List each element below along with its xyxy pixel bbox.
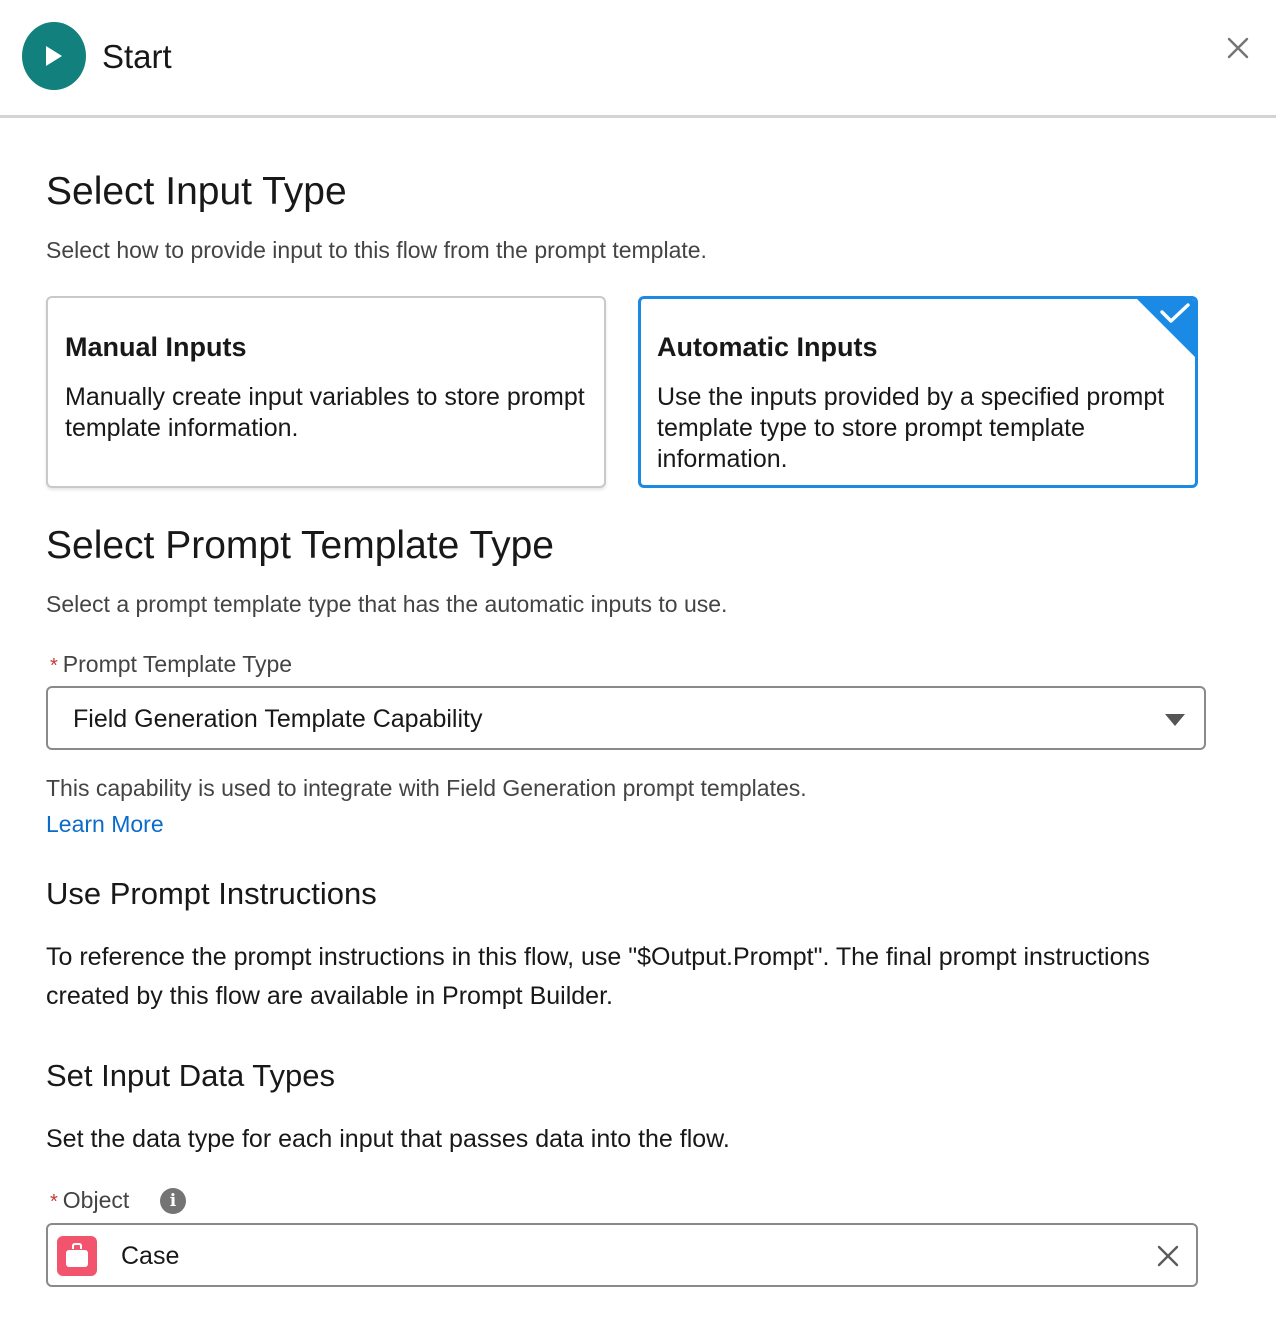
- set-input-data-types-heading: Set Input Data Types: [46, 1058, 335, 1093]
- prompt-template-type-label: * Prompt Template Type: [50, 651, 292, 678]
- prompt-template-type-value: Field Generation Template Capability: [73, 705, 483, 733]
- case-briefcase-icon: [57, 1236, 97, 1276]
- prompt-template-type-help-text: This capability is used to integrate wit…: [46, 775, 807, 801]
- required-marker: *: [50, 655, 58, 677]
- info-icon[interactable]: i: [160, 1188, 186, 1214]
- automatic-inputs-card[interactable]: Automatic Inputs Use the inputs provided…: [638, 296, 1198, 488]
- object-value: Case: [121, 1242, 180, 1270]
- manual-inputs-description: Manually create input variables to store…: [65, 383, 585, 442]
- select-prompt-template-type-description: Select a prompt template type that has t…: [46, 591, 728, 617]
- object-lookup-field[interactable]: Case: [46, 1223, 1198, 1287]
- select-input-type-description: Select how to provide input to this flow…: [46, 237, 707, 263]
- use-prompt-instructions-text: To reference the prompt instructions in …: [46, 943, 1150, 1010]
- caret-down-icon: [1164, 713, 1186, 732]
- panel-header: Start: [0, 0, 1276, 118]
- automatic-inputs-description: Use the inputs provided by a specified p…: [657, 383, 1165, 473]
- use-prompt-instructions-heading: Use Prompt Instructions: [46, 876, 377, 911]
- play-icon: [22, 22, 86, 90]
- select-prompt-template-type-heading: Select Prompt Template Type: [46, 524, 554, 567]
- manual-inputs-card[interactable]: Manual Inputs Manually create input vari…: [46, 296, 606, 488]
- clear-icon[interactable]: [1156, 1244, 1180, 1268]
- required-marker: *: [50, 1191, 58, 1213]
- learn-more-link[interactable]: Learn More: [46, 811, 164, 838]
- panel-title: Start: [102, 38, 172, 75]
- prompt-template-type-select[interactable]: Field Generation Template Capability: [46, 686, 1206, 750]
- select-input-type-heading: Select Input Type: [46, 170, 347, 213]
- manual-inputs-title: Manual Inputs: [65, 332, 247, 362]
- object-label-text: Object: [62, 1187, 130, 1213]
- set-input-data-types-description: Set the data type for each input that pa…: [46, 1125, 730, 1153]
- close-icon[interactable]: [1222, 32, 1254, 64]
- object-label: * Object: [50, 1187, 129, 1214]
- automatic-inputs-title: Automatic Inputs: [657, 332, 878, 362]
- checkmark-icon: [1134, 299, 1195, 360]
- prompt-template-type-label-text: Prompt Template Type: [62, 651, 293, 677]
